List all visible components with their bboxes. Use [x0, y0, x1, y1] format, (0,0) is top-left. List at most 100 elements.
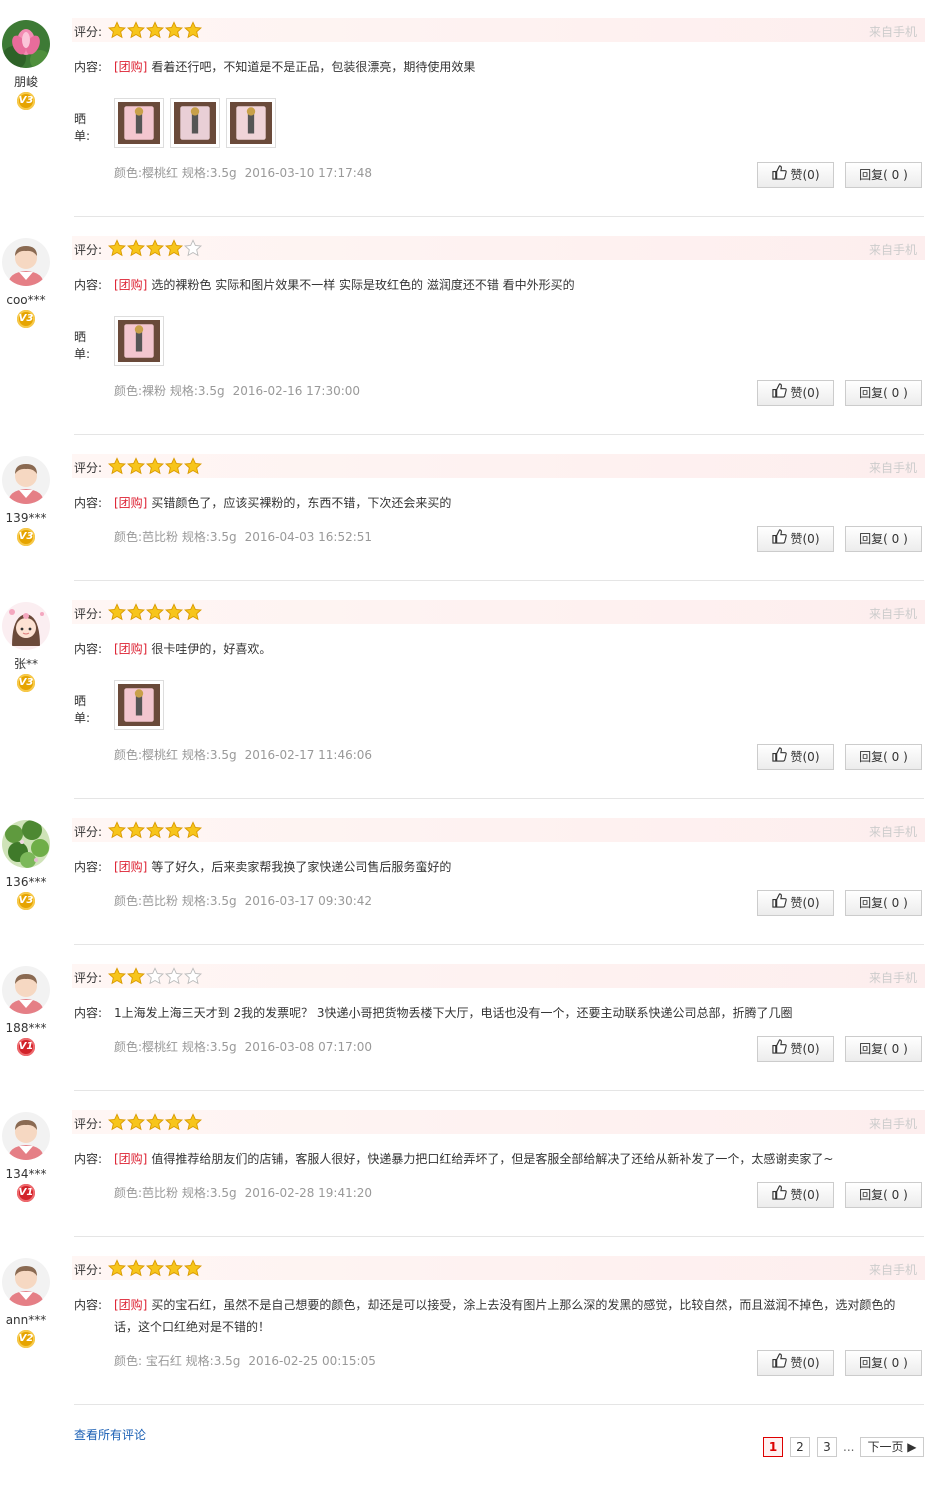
reviewer-name[interactable]: 朋峻 [0, 75, 52, 89]
content-label: 内容: [74, 278, 103, 292]
reply-button[interactable]: 回复( 0 ) [845, 890, 922, 916]
review-divider [74, 580, 924, 581]
rating-label: 评分: [74, 971, 103, 985]
page-1-button[interactable]: 1 [763, 1437, 783, 1457]
reviewer: ann*** V2 [0, 1258, 52, 1348]
reply-button[interactable]: 回复( 0 ) [845, 744, 922, 770]
avatar[interactable] [2, 820, 50, 868]
like-button[interactable]: 赞(0) [757, 380, 834, 406]
star-icon [127, 967, 145, 985]
group-buy-tag: [团购] [114, 496, 148, 510]
avatar[interactable] [2, 1112, 50, 1160]
review-content: 内容: [团购] 买的宝石红，虽然不是自己想要的颜色，却还是可以接受，涂上去没有图片… [74, 1294, 914, 1338]
purchase-meta: 颜色:芭比粉 规格:3.5g 2016-02-28 19:41:20 [114, 1184, 380, 1201]
review-date: 2016-04-03 16:52:51 [244, 530, 373, 544]
reviewer: 134*** V1 [0, 1112, 52, 1202]
avatar[interactable] [2, 238, 50, 286]
vip-level-badge: V1 [17, 1184, 35, 1202]
reviewer: 136*** V3 [0, 820, 52, 910]
star-icon [146, 1259, 164, 1277]
like-button[interactable]: 赞(0) [757, 162, 834, 188]
star-icon [146, 457, 164, 475]
star-icon [127, 821, 145, 839]
review-date: 2016-02-16 17:30:00 [232, 384, 361, 398]
reviewer-name[interactable]: 188*** [0, 1021, 52, 1035]
reviewer: 188*** V1 [0, 966, 52, 1056]
review-divider [74, 1236, 924, 1237]
avatar[interactable] [2, 456, 50, 504]
review-date: 2016-03-17 09:30:42 [244, 894, 373, 908]
review-date: 2016-02-28 19:41:20 [244, 1186, 373, 1200]
rating-label: 评分: [74, 1263, 103, 1277]
avatar[interactable] [2, 602, 50, 650]
rating-bar: 评分: 来自手机 [72, 236, 925, 260]
reviewer-name[interactable]: 134*** [0, 1167, 52, 1181]
review-text: 很卡哇伊的，好喜欢。 [151, 642, 272, 656]
review-divider [74, 216, 924, 217]
vip-level-badge: V3 [17, 310, 35, 328]
star-icon [146, 21, 164, 39]
like-button[interactable]: 赞(0) [757, 1350, 834, 1376]
page-2-button[interactable]: 2 [790, 1437, 810, 1457]
reply-button[interactable]: 回复( 0 ) [845, 1182, 922, 1208]
purchase-meta: 颜色:樱桃红 规格:3.5g 2016-02-17 11:46:06 [114, 746, 380, 763]
reply-button[interactable]: 回复( 0 ) [845, 380, 922, 406]
star-icon [108, 1259, 126, 1277]
star-icon [108, 967, 126, 985]
photo-thumbnail[interactable] [114, 680, 164, 730]
page-3-button[interactable]: 3 [817, 1437, 837, 1457]
avatar[interactable] [2, 20, 50, 68]
like-count: 赞(0) [790, 1042, 820, 1056]
like-button[interactable]: 赞(0) [757, 1036, 834, 1062]
like-button[interactable]: 赞(0) [757, 744, 834, 770]
like-button[interactable]: 赞(0) [757, 890, 834, 916]
photo-thumbnail[interactable] [170, 98, 220, 148]
review-date: 2016-02-17 11:46:06 [244, 748, 373, 762]
reviewer-name[interactable]: 张** [0, 657, 52, 671]
thumbs-up-icon [771, 892, 787, 916]
group-buy-tag: [团购] [114, 1152, 148, 1166]
next-page-button[interactable]: 下一页 ▶ [860, 1437, 924, 1457]
avatar[interactable] [2, 1258, 50, 1306]
star-icon [146, 821, 164, 839]
product-attributes: 颜色: 宝石红 规格:3.5g [114, 1354, 241, 1368]
thumbs-up-icon [771, 746, 787, 770]
reply-button[interactable]: 回复( 0 ) [845, 526, 922, 552]
avatar[interactable] [2, 966, 50, 1014]
star-icon [184, 21, 202, 39]
reviewer-name[interactable]: coo*** [0, 293, 52, 307]
reply-button[interactable]: 回复( 0 ) [845, 1036, 922, 1062]
star-icon [165, 603, 183, 621]
rating-bar: 评分: 来自手机 [72, 964, 925, 988]
photo-thumbnail[interactable] [114, 98, 164, 148]
reviewer-name[interactable]: 136*** [0, 875, 52, 889]
group-buy-tag: [团购] [114, 642, 148, 656]
photo-thumbnail[interactable] [226, 98, 276, 148]
review-text: 买错颜色了，应该买裸粉的，东西不错，下次还会来买的 [151, 496, 452, 510]
source-label: 来自手机 [868, 971, 917, 985]
next-page-label: 下一页 [867, 1440, 904, 1454]
star-rating [108, 821, 203, 839]
star-icon [108, 603, 126, 621]
like-button[interactable]: 赞(0) [757, 1182, 834, 1208]
product-attributes: 颜色:樱桃红 规格:3.5g [114, 748, 237, 762]
rating-label: 评分: [74, 607, 103, 621]
rating-bar: 评分: 来自手机 [72, 818, 925, 842]
vip-level-badge: V3 [17, 674, 35, 692]
reply-button[interactable]: 回复( 0 ) [845, 162, 922, 188]
reviewer-name[interactable]: ann*** [0, 1313, 52, 1327]
reply-button[interactable]: 回复( 0 ) [845, 1350, 922, 1376]
like-button[interactable]: 赞(0) [757, 526, 834, 552]
review-content: 内容: [团购] 很卡哇伊的，好喜欢。 [74, 638, 914, 660]
star-icon [165, 239, 183, 257]
star-icon [184, 603, 202, 621]
purchase-meta: 颜色:樱桃红 规格:3.5g 2016-03-10 17:17:48 [114, 164, 380, 181]
photo-thumbnail[interactable] [114, 316, 164, 366]
content-label: 内容: [74, 1298, 103, 1312]
reviewer-name[interactable]: 139*** [0, 511, 52, 525]
view-all-reviews-link[interactable]: 查看所有评论 [74, 1426, 146, 1443]
reviewer: coo*** V3 [0, 238, 52, 328]
thumbs-up-icon [771, 164, 787, 188]
star-rating [108, 967, 203, 985]
rating-bar: 评分: 来自手机 [72, 18, 925, 42]
